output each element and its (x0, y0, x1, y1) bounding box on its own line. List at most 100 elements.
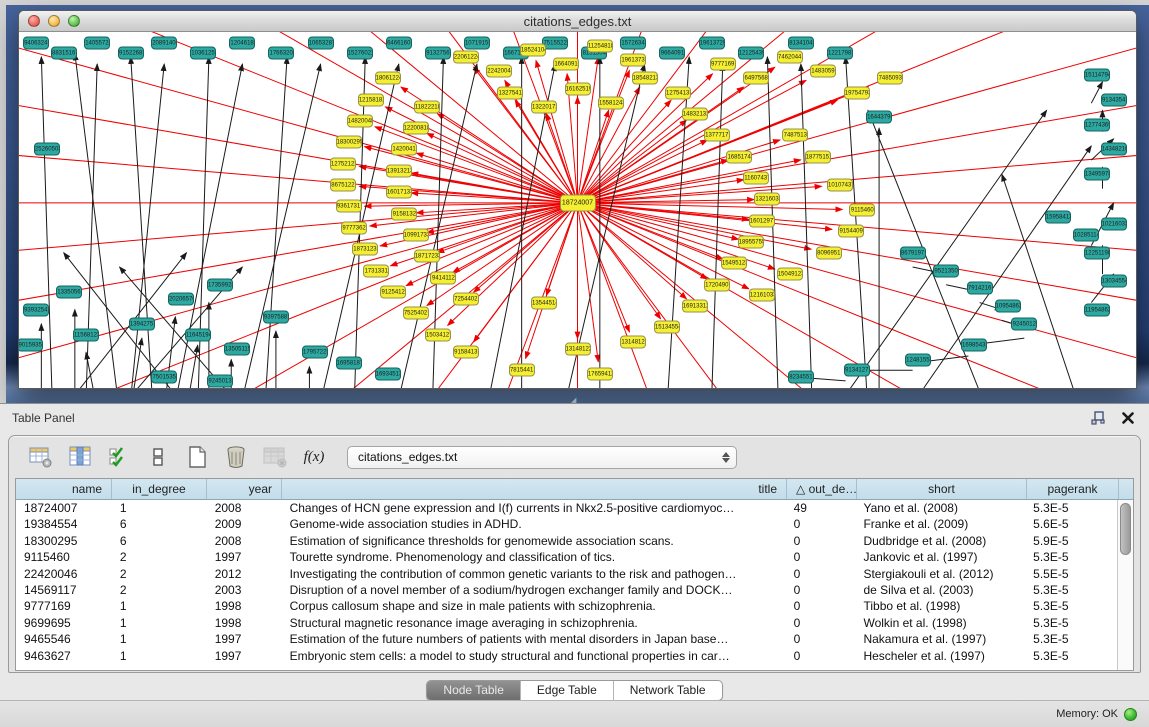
network-node[interactable]: 7254402 (453, 293, 479, 306)
table-cell-pagerank[interactable]: 5.3E-5 (1025, 582, 1117, 598)
network-node[interactable]: 18061224 (375, 72, 401, 85)
network-node[interactable]: 12125439 (738, 47, 764, 60)
network-node[interactable]: 7487513 (782, 129, 808, 142)
network-node[interactable]: 15034127 (425, 328, 451, 341)
table-cell-short[interactable]: Jankovic et al. (1997) (855, 549, 1025, 565)
network-node[interactable]: 14348210 (1101, 143, 1127, 156)
table-cell-in_degree[interactable]: 1 (112, 648, 207, 664)
network-node[interactable]: 9245012 (1011, 317, 1037, 330)
select-rows-icon[interactable] (107, 445, 131, 469)
tab-network-table[interactable]: Network Table (614, 681, 722, 700)
network-window-titlebar[interactable]: citations_edges.txt (19, 11, 1136, 32)
table-cell-in_degree[interactable]: 1 (112, 598, 207, 614)
table-cell-title[interactable]: Changes of HCN gene expression and I(f) … (282, 500, 786, 516)
network-node[interactable]: 7515522 (542, 36, 568, 49)
network-node[interactable]: 10216033 (1101, 218, 1127, 231)
table-row[interactable]: 2242004622012Investigating the contribut… (16, 566, 1117, 582)
table-cell-name[interactable]: 14569117 (16, 582, 112, 598)
network-node[interactable]: 17204907 (704, 278, 730, 291)
network-node[interactable]: 18300295 (336, 136, 362, 149)
table-cell-name[interactable]: 9465546 (16, 631, 112, 647)
network-node[interactable]: 9158132 (391, 207, 417, 220)
network-node[interactable]: 20206576 (168, 293, 194, 306)
table-cell-short[interactable]: Hescheler et al. (1997) (855, 648, 1025, 664)
table-cell-in_degree[interactable]: 2 (112, 549, 207, 565)
table-cell-name[interactable]: 9463627 (16, 648, 112, 664)
network-canvas[interactable]: 9406324883151614055724915226820891406103… (19, 32, 1136, 388)
network-node[interactable]: 9777169 (710, 58, 736, 71)
network-node[interactable]: 9414112 (430, 271, 456, 284)
network-node[interactable]: 15958413 (1045, 211, 1071, 224)
network-node[interactable]: 16017133 (386, 186, 412, 199)
network-window[interactable]: citations_edges.txt 94063248831516140557… (18, 10, 1137, 389)
network-node[interactable]: 9015935 (19, 339, 43, 352)
network-node[interactable]: 9664091 (659, 47, 685, 60)
network-node[interactable]: 16162519 (565, 82, 591, 95)
table-cell-pagerank[interactable]: 5.3E-5 (1025, 500, 1117, 516)
network-node[interactable]: 13350561 (56, 285, 82, 298)
network-node[interactable]: 16985432 (961, 339, 987, 352)
network-node[interactable]: 11645194 (185, 328, 211, 341)
table-cell-in_degree[interactable]: 2 (112, 582, 207, 598)
table-cell-pagerank[interactable]: 5.6E-5 (1025, 516, 1117, 532)
network-node[interactable]: 7462044 (777, 50, 803, 63)
network-node[interactable]: 13148121 (620, 335, 646, 348)
network-node[interactable]: 13034554 (1101, 275, 1127, 288)
table-cell-short[interactable]: Dudbridge et al. (2008) (855, 533, 1025, 549)
table-cell-in_degree[interactable]: 1 (112, 615, 207, 631)
network-node[interactable]: 12774369 (1084, 118, 1110, 131)
table-cell-out_degree[interactable]: 0 (786, 582, 856, 598)
table-cell-title[interactable]: Tourette syndrome. Phenomenology and cla… (282, 549, 786, 565)
table-cell-in_degree[interactable]: 6 (112, 533, 207, 549)
network-node[interactable]: 18524104 (520, 43, 546, 56)
network-node[interactable]: 13148122 (565, 342, 591, 355)
table-cell-name[interactable]: 18300295 (16, 533, 112, 549)
float-window-icon[interactable] (1089, 410, 1107, 426)
network-node[interactable]: 13544514 (531, 296, 557, 309)
network-node[interactable]: 11607437 (743, 171, 769, 184)
network-node[interactable]: 16913312 (682, 300, 708, 313)
network-node[interactable]: 14200415 (391, 143, 417, 156)
select-columns-icon[interactable] (68, 445, 92, 469)
tab-edge-table[interactable]: Edge Table (521, 681, 614, 700)
network-node[interactable]: 19613730 (620, 54, 646, 67)
table-cell-pagerank[interactable]: 5.3E-5 (1025, 615, 1117, 631)
network-node[interactable]: 11954862 (1084, 303, 1110, 316)
network-node[interactable]: 16640910 (553, 58, 579, 71)
table-cell-name[interactable]: 9777169 (16, 598, 112, 614)
network-node[interactable]: 15049123 (777, 268, 803, 281)
network-node[interactable]: 11822218 (414, 100, 440, 113)
network-node[interactable]: 14832132 (682, 107, 708, 120)
network-node[interactable]: 11568123 (73, 328, 99, 341)
network-node[interactable]: 9361731 (336, 200, 362, 213)
table-cell-pagerank[interactable]: 5.3E-5 (1025, 648, 1117, 664)
network-node[interactable]: 9158413 (453, 346, 479, 359)
table-cell-title[interactable]: Genome-wide association studies in ADHD. (282, 516, 786, 532)
column-header-name[interactable]: name (16, 479, 112, 499)
network-node[interactable]: 20891406 (151, 36, 177, 49)
table-cell-name[interactable]: 9115460 (16, 549, 112, 565)
table-cell-year[interactable]: 1997 (207, 631, 282, 647)
network-node[interactable]: 12046183 (229, 36, 255, 49)
table-cell-in_degree[interactable]: 2 (112, 566, 207, 582)
network-node[interactable]: 14830593 (810, 65, 836, 78)
network-node[interactable]: 16851741 (726, 150, 752, 163)
network-node[interactable]: 16443794 (866, 111, 892, 124)
table-cell-out_degree[interactable]: 0 (786, 516, 856, 532)
network-node[interactable]: 12158182 (358, 93, 384, 106)
table-cell-year[interactable]: 2008 (207, 500, 282, 516)
network-node[interactable]: 13942757 (129, 317, 155, 330)
table-cell-out_degree[interactable]: 0 (786, 615, 856, 631)
table-cell-in_degree[interactable]: 1 (112, 631, 207, 647)
table-row[interactable]: 1872400712008Changes of HCN gene express… (16, 500, 1117, 516)
network-node[interactable]: 9406324 (23, 36, 49, 49)
column-header-title[interactable]: title (282, 479, 787, 499)
network-node[interactable]: 10107437 (827, 179, 853, 192)
network-node[interactable]: 15726341 (620, 36, 646, 49)
vertical-scrollbar[interactable] (1117, 500, 1133, 670)
table-cell-title[interactable]: Disruption of a novel member of a sodium… (282, 582, 786, 598)
table-cell-name[interactable]: 18724007 (16, 500, 112, 516)
network-node[interactable]: 22420046 (486, 65, 512, 78)
network-node[interactable]: 9115460 (849, 204, 875, 217)
network-node[interactable]: 7485093 (877, 72, 903, 85)
